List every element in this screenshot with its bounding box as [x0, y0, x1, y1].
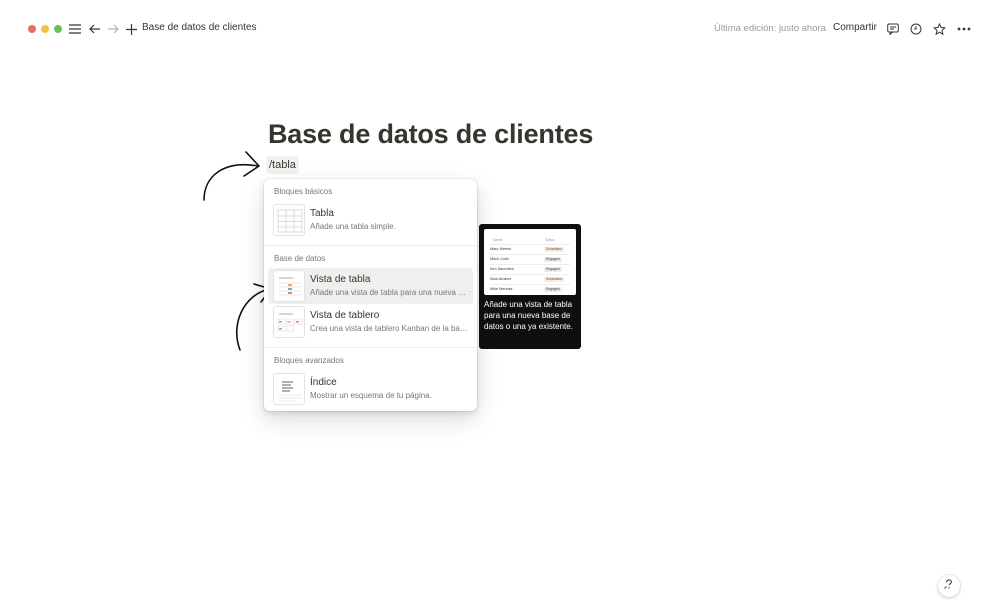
- preview-column-header: Name: [493, 238, 503, 242]
- top-bar: Base de datos de clientes Última edición…: [0, 0, 1000, 58]
- tooltip-description: Añade una vista de tabla para una nueva …: [484, 300, 573, 331]
- preview-row-name: Mike Mendez: [490, 287, 513, 291]
- clock-icon[interactable]: [909, 20, 923, 38]
- menu-item-description: Añade una tabla simple.: [310, 222, 396, 231]
- table-view-icon: [273, 270, 305, 302]
- table-of-contents-icon: [273, 373, 305, 405]
- section-label: Bloques básicos: [274, 187, 333, 196]
- menu-item-title: Vista de tablero: [310, 310, 380, 321]
- menu-item-description: Mostrar un esquema de tu página.: [310, 391, 432, 400]
- preview-row-status: Engaged: [544, 267, 562, 272]
- section-label: Base de datos: [274, 254, 326, 263]
- preview-row-name: Stan Alvarez: [490, 277, 512, 281]
- menu-item-tabla[interactable]: Tabla Añade una tabla simple.: [268, 202, 473, 238]
- preview-row: Mitch Colin Engaged: [490, 254, 570, 263]
- preview-row-name: Mary Weeks: [490, 247, 512, 251]
- menu-item-indice[interactable]: Índice Mostrar un esquema de tu página.: [268, 371, 473, 407]
- section-label: Bloques avanzados: [274, 356, 344, 365]
- annotation-arrow-icon: [203, 151, 260, 201]
- table-preview-image: Name Status Mary Weeks Scheduled Mitch C…: [484, 229, 576, 295]
- page-title[interactable]: Base de datos de clientes: [268, 119, 593, 150]
- comment-icon[interactable]: [886, 20, 900, 38]
- window-minimize-button[interactable]: [41, 25, 49, 33]
- preview-row: Mary Weeks Scheduled: [490, 244, 570, 253]
- window-close-button[interactable]: [28, 25, 36, 33]
- preview-row-status: Scheduled: [544, 247, 565, 252]
- menu-item-title: Vista de tabla: [310, 274, 371, 285]
- preview-row: Stan Alvarez Scheduled: [490, 274, 570, 283]
- slash-command-menu: Bloques básicos Tabla Añade una tabla si…: [264, 179, 477, 411]
- preview-column-header: Status: [545, 238, 555, 242]
- breadcrumb[interactable]: Base de datos de clientes: [142, 22, 257, 33]
- window-zoom-button[interactable]: [54, 25, 62, 33]
- menu-item-title: Índice: [310, 377, 337, 388]
- menu-divider: [264, 347, 477, 348]
- preview-tooltip: Name Status Mary Weeks Scheduled Mitch C…: [479, 224, 581, 349]
- preview-row-name: Mitch Colin: [490, 257, 509, 261]
- help-button[interactable]: [938, 575, 960, 597]
- preview-row-status: Engaged: [544, 287, 562, 292]
- simple-table-icon: [273, 204, 305, 236]
- menu-item-description: Añade una vista de tabla para una nueva …: [310, 288, 470, 297]
- slash-command-text[interactable]: /tabla: [266, 156, 299, 174]
- preview-row: Mike Mendez Engaged: [490, 284, 570, 293]
- forward-arrow-icon[interactable]: [106, 20, 120, 38]
- menu-divider: [264, 245, 477, 246]
- menu-item-vista-de-tablero[interactable]: Vista de tablero Crea una vista de table…: [268, 304, 473, 340]
- menu-item-title: Tabla: [310, 208, 334, 219]
- back-arrow-icon[interactable]: [88, 20, 102, 38]
- preview-row-status: Engaged: [544, 257, 562, 262]
- menu-icon[interactable]: [68, 20, 82, 38]
- preview-row-status: Scheduled: [544, 277, 565, 282]
- help-icon: [943, 577, 955, 595]
- last-edited-text: Última edición: justo ahora: [714, 23, 826, 34]
- plus-icon[interactable]: [124, 20, 138, 38]
- board-view-icon: [273, 306, 305, 338]
- preview-row-name: Kim Saunders: [490, 267, 514, 271]
- preview-row: Kim Saunders Engaged: [490, 264, 570, 273]
- star-icon[interactable]: [932, 20, 946, 38]
- menu-item-description: Crea una vista de tablero Kanban de la b…: [310, 324, 470, 333]
- menu-item-vista-de-tabla[interactable]: Vista de tabla Añade una vista de tabla …: [268, 268, 473, 304]
- share-button[interactable]: Compartir: [833, 22, 877, 33]
- more-icon[interactable]: [956, 20, 972, 38]
